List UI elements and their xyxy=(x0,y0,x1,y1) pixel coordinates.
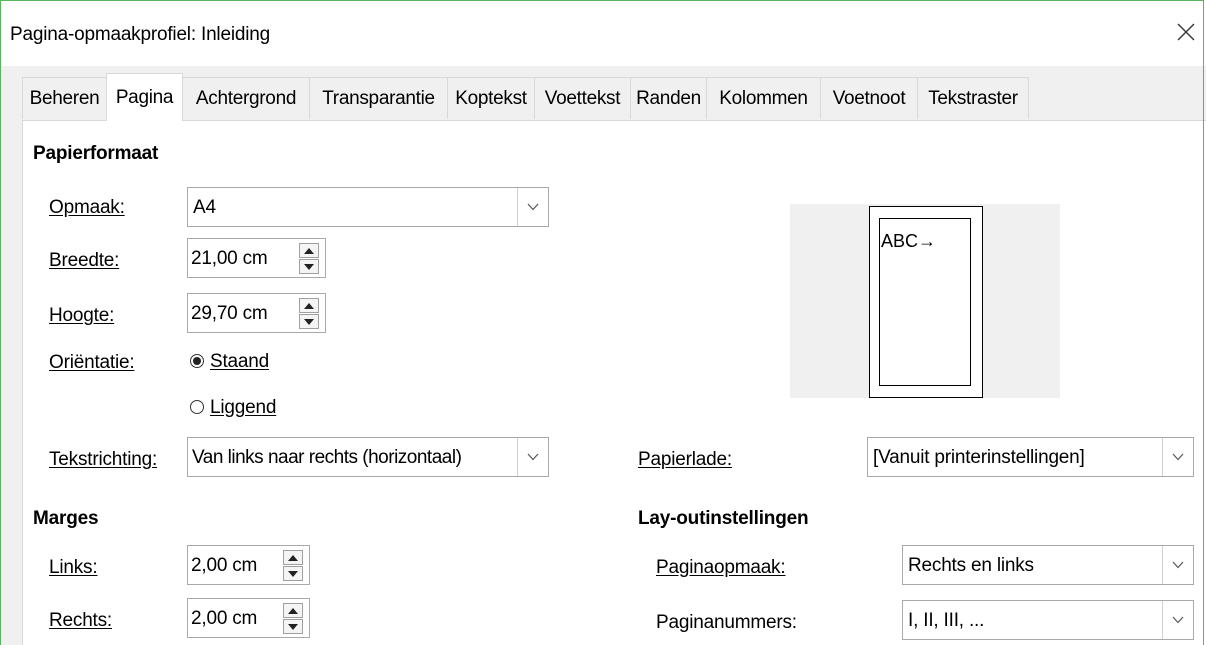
height-label: Hoogte: xyxy=(49,305,115,326)
tab-voettekst[interactable]: Voettekst xyxy=(534,77,631,119)
page-layout-label: Paginaopmaak: xyxy=(656,557,786,578)
chevron-down-icon xyxy=(527,203,539,211)
close-button[interactable] xyxy=(1170,14,1206,54)
landscape-radio[interactable] xyxy=(190,400,204,414)
arrow-down-icon xyxy=(304,319,314,325)
arrow-down-icon xyxy=(288,571,298,577)
margins-heading: Marges xyxy=(33,508,99,529)
tab-label: Voettekst xyxy=(544,87,621,109)
arrow-up-icon xyxy=(304,248,314,254)
format-value: A4 xyxy=(193,197,216,218)
tab-label: Kolommen xyxy=(719,87,808,109)
page-layout-dropdown-button[interactable] xyxy=(1162,546,1193,584)
portrait-radio[interactable] xyxy=(190,354,204,368)
window-title: Pagina-opmaakprofiel: Inleiding xyxy=(10,24,270,45)
page-layout-select[interactable]: Rechts en links xyxy=(902,545,1194,585)
arrow-up-icon xyxy=(288,608,298,614)
title-bar: Pagina-opmaakprofiel: Inleiding xyxy=(0,0,1206,66)
chevron-down-icon xyxy=(527,453,539,461)
layout-heading: Lay-outinstellingen xyxy=(638,508,809,529)
landscape-label[interactable]: Liggend xyxy=(210,397,276,419)
tab-label: Koptekst xyxy=(455,87,527,109)
text-direction-value: Van links naar rechts (horizontaal) xyxy=(192,447,462,468)
format-label: Opmaak: xyxy=(49,197,125,218)
chevron-down-icon xyxy=(1172,561,1184,569)
orientation-label: Oriëntatie: xyxy=(49,352,135,373)
margin-left-value: 2,00 cm xyxy=(191,555,258,576)
chevron-down-icon xyxy=(1172,616,1184,624)
margin-left-stepper[interactable]: 2,00 cm xyxy=(187,545,310,585)
tab-pagina[interactable]: Pagina xyxy=(106,73,183,121)
arrow-down-icon xyxy=(304,264,314,270)
arrow-up-icon xyxy=(304,303,314,309)
text-direction-dropdown-button[interactable] xyxy=(517,438,548,476)
page-numbers-dropdown-button[interactable] xyxy=(1162,601,1193,639)
page-layout-value: Rechts en links xyxy=(908,555,1034,576)
tab-randen[interactable]: Randen xyxy=(630,77,707,119)
tab-label: Voetnoot xyxy=(832,87,906,109)
arrow-up-icon xyxy=(288,555,298,561)
page-numbers-label: Paginanummers: xyxy=(656,612,797,633)
page-numbers-select[interactable]: I, II, III, ... xyxy=(902,600,1194,640)
margin-left-label: Links: xyxy=(49,557,98,578)
margin-right-increment-button[interactable] xyxy=(283,603,303,618)
tab-label: Randen xyxy=(636,87,701,109)
height-stepper[interactable]: 29,70 cm xyxy=(187,293,326,333)
margin-right-label: Rechts: xyxy=(49,610,113,631)
text-direction-select[interactable]: Van links naar rechts (horizontaal) xyxy=(187,437,549,477)
paper-tray-select[interactable]: [Vanuit printerinstellingen] xyxy=(867,437,1194,477)
height-increment-button[interactable] xyxy=(299,298,319,313)
chevron-down-icon xyxy=(1172,453,1184,461)
tab-koptekst[interactable]: Koptekst xyxy=(447,77,535,119)
tab-achtergrond[interactable]: Achtergrond xyxy=(182,77,310,119)
paper-tray-value: [Vanuit printerinstellingen] xyxy=(873,447,1085,468)
paper-tray-label: Papierlade: xyxy=(638,449,732,470)
close-icon xyxy=(1177,23,1195,41)
tab-label: Pagina xyxy=(115,86,174,108)
height-value: 29,70 cm xyxy=(191,303,268,324)
arrow-down-icon xyxy=(288,624,298,630)
tab-voetnoot[interactable]: Voetnoot xyxy=(820,77,918,119)
paper-format-heading: Papierformaat xyxy=(33,143,159,164)
page-numbers-value: I, II, III, ... xyxy=(908,610,985,631)
text-direction-label: Tekstrichting: xyxy=(49,449,158,470)
tab-beheren[interactable]: Beheren xyxy=(22,77,107,119)
tab-kolommen[interactable]: Kolommen xyxy=(706,77,821,119)
width-stepper[interactable]: 21,00 cm xyxy=(187,238,326,278)
width-increment-button[interactable] xyxy=(299,243,319,258)
width-decrement-button[interactable] xyxy=(299,259,319,274)
tab-label: Beheren xyxy=(29,87,100,109)
margin-left-increment-button[interactable] xyxy=(283,550,303,565)
width-value: 21,00 cm xyxy=(191,248,268,269)
margin-right-value: 2,00 cm xyxy=(191,608,258,629)
paper-tray-dropdown-button[interactable] xyxy=(1162,438,1193,476)
preview-sample-text: ABC→ xyxy=(881,231,937,251)
margin-right-decrement-button[interactable] xyxy=(283,619,303,634)
format-select[interactable]: A4 xyxy=(187,187,549,227)
tab-transparantie[interactable]: Transparantie xyxy=(309,77,448,119)
margin-left-decrement-button[interactable] xyxy=(283,566,303,581)
tab-label: Tekstraster xyxy=(928,87,1018,109)
portrait-label[interactable]: Staand xyxy=(210,351,269,373)
margin-right-stepper[interactable]: 2,00 cm xyxy=(187,598,310,638)
height-decrement-button[interactable] xyxy=(299,314,319,329)
width-label: Breedte: xyxy=(49,250,120,271)
tab-tekstraster[interactable]: Tekstraster xyxy=(917,77,1029,119)
tab-label: Achtergrond xyxy=(195,87,297,109)
tab-label: Transparantie xyxy=(322,87,435,109)
format-dropdown-button[interactable] xyxy=(517,188,548,226)
